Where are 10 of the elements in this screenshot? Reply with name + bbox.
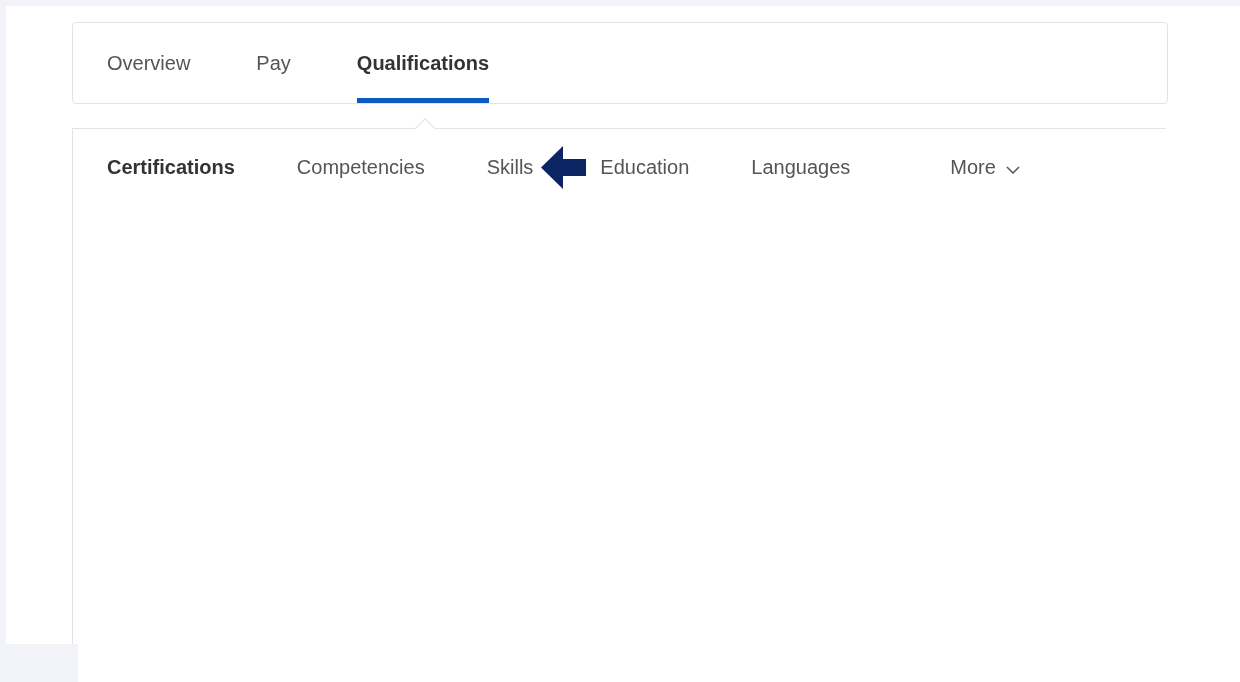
sub-tab[interactable]: Languages [751,152,851,182]
tab[interactable]: Qualifications [356,23,490,103]
sub-tab[interactable]: Education [600,152,690,182]
sub-tab[interactable]: Competencies [296,152,425,182]
sub-tab[interactable]: Skills [486,152,534,182]
sub-tab[interactable]: Certifications [107,152,235,182]
tab[interactable]: Overview [107,23,191,103]
tab[interactable]: Pay [256,23,291,103]
chevron-down-icon [1005,166,1020,174]
more-dropdown[interactable]: More [950,152,1020,182]
